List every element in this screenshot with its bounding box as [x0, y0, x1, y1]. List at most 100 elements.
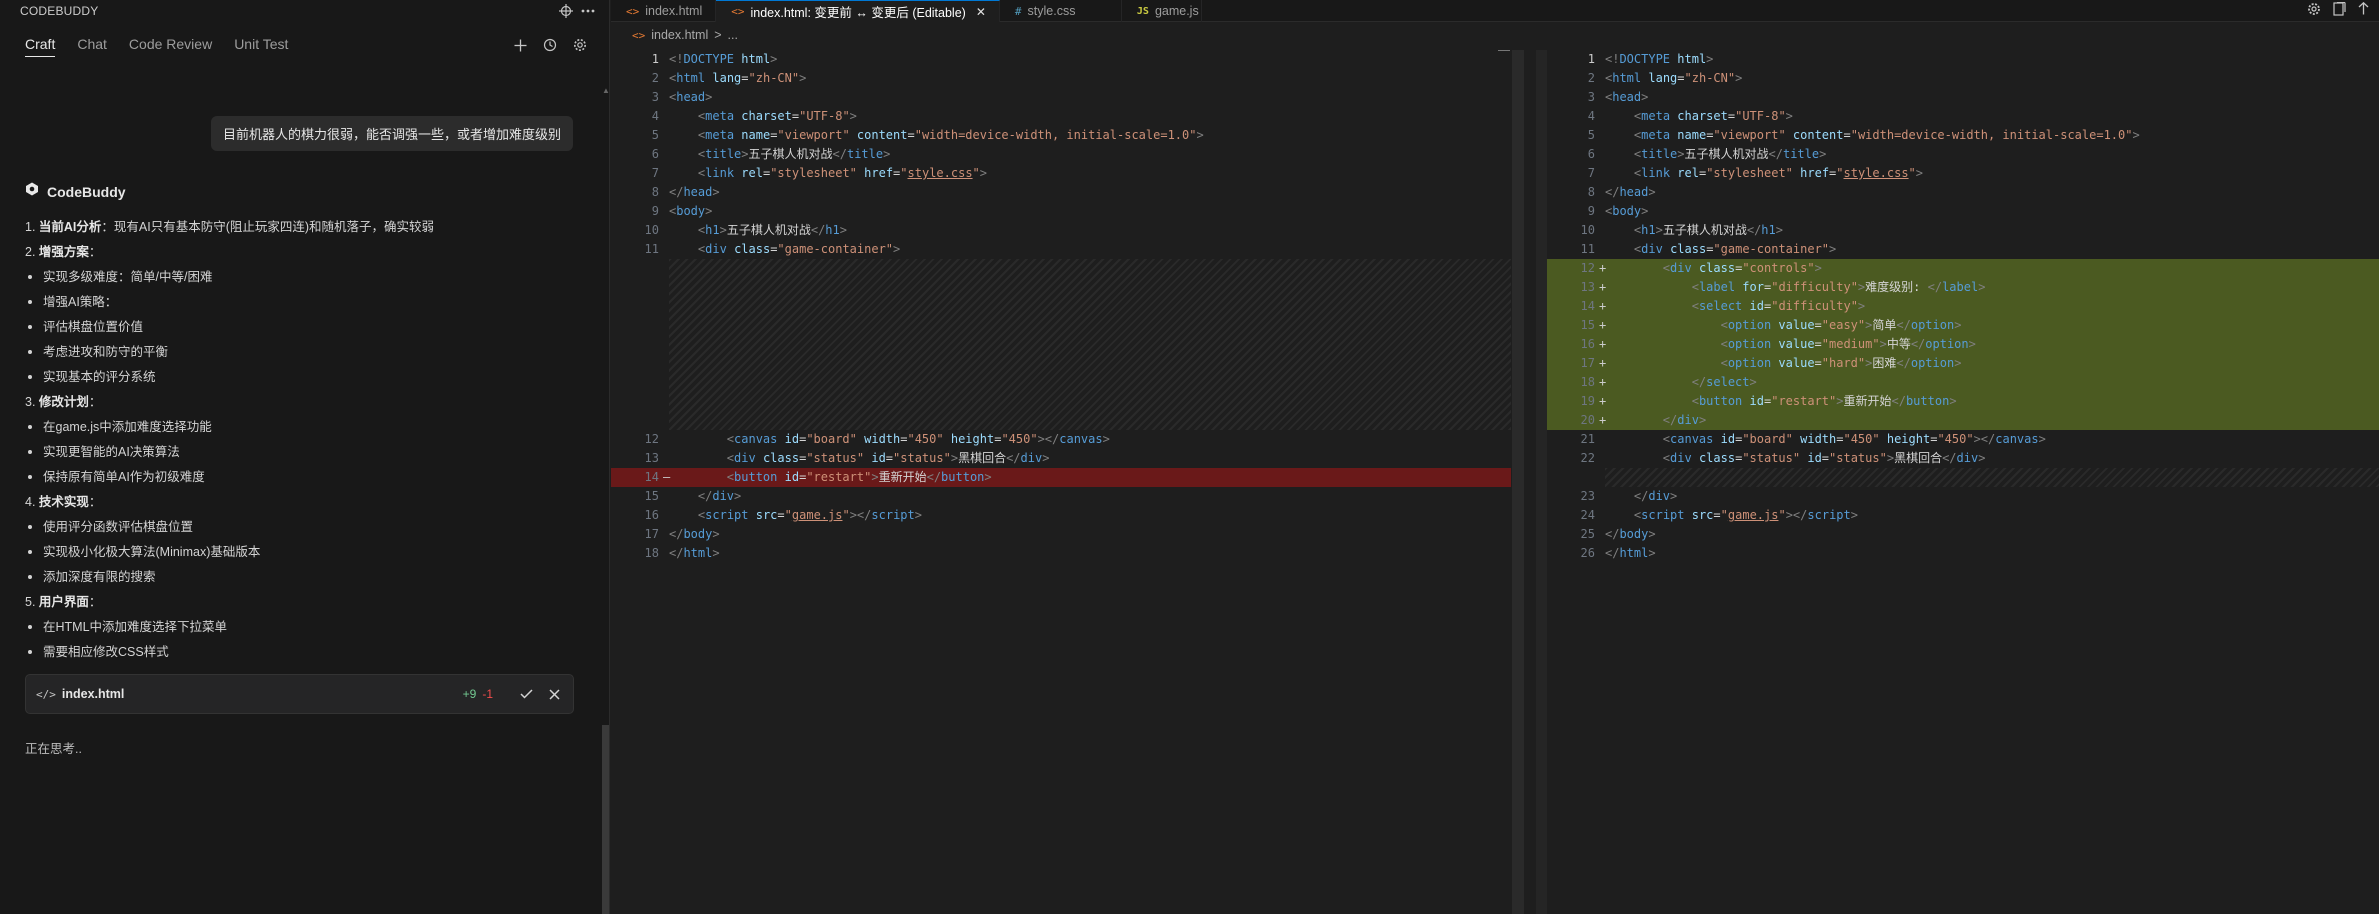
code-line: 4 <meta charset="UTF-8">: [651, 109, 857, 123]
response-numbered-item: 2. 增强方案：: [25, 241, 585, 266]
item-title: 用户界面: [38, 595, 89, 609]
item-number: 2.: [25, 245, 39, 259]
response-bullet-item: 实现更智能的AI决策算法: [25, 441, 585, 466]
bullet-text: 在HTML中添加难度选择下拉菜单: [43, 620, 228, 634]
bullet-text: 实现极小化极大算法(Minimax)基础版本: [43, 545, 261, 559]
tab-code-review[interactable]: Code Review: [129, 36, 212, 56]
code-line: 15 </div>: [644, 489, 742, 503]
inserted-code-line: 18 + </select>: [1547, 373, 2379, 392]
tab-label: game.js: [1154, 4, 1199, 18]
history-icon[interactable]: [541, 36, 559, 54]
user-message: 目前机器人的棋力很弱，能否调强一些，或者增加难度级别: [210, 116, 573, 151]
code-line: 11 <div class="game-container">: [644, 242, 901, 256]
code-line: 7 <link rel="stylesheet" href="style.css…: [1587, 166, 1924, 180]
response-bullet-item: 实现极小化极大算法(Minimax)基础版本: [25, 541, 585, 566]
tab-style-css[interactable]: # style.css: [1000, 0, 1122, 22]
bullet-text: 保持原有简单AI作为初级难度: [43, 470, 205, 484]
code-line: 10 <h1>五子棋人机对战</h1>: [644, 223, 847, 237]
tab-unit-test[interactable]: Unit Test: [234, 36, 288, 56]
tab-index-html[interactable]: <> index.html: [611, 0, 717, 22]
code-line: 2 <html lang="zh-CN">: [651, 71, 807, 85]
right-pane-overview: [1536, 50, 1547, 914]
response-bullet-item: 在HTML中添加难度选择下拉菜单: [25, 616, 585, 641]
tab-craft[interactable]: Craft: [25, 36, 56, 57]
tab-index-html-diff[interactable]: <> index.html: 变更前 ↔ 变更后 (Editable) ✕: [716, 0, 1000, 22]
crosshair-icon[interactable]: [555, 0, 577, 22]
changed-file-name[interactable]: index.html: [62, 687, 463, 701]
code-line: 26 </html>: [1580, 546, 1656, 560]
code-line: 12 <canvas id="board" width="450" height…: [644, 432, 1110, 446]
diff-filler: [669, 259, 1511, 430]
item-title: 修改计划: [38, 395, 89, 409]
arrow-up-icon[interactable]: [2358, 1, 2369, 20]
inserted-code-line: 16 + <option value="medium">中等</option>: [1547, 335, 2379, 354]
code-line: 1 <!DOCTYPE html>: [1587, 52, 1714, 66]
editor-tabbar: <> index.html <> index.html: 变更前 ↔ 变更后 (…: [611, 0, 2379, 22]
inserted-code-line: 17 + <option value="hard">困难</option>: [1547, 354, 2379, 373]
code-line: 1 <!DOCTYPE html>: [651, 52, 778, 66]
code-line: 6 <title>五子棋人机对战</title>: [651, 147, 891, 161]
assistant-response: 1. 当前AI分析：现有AI只有基本防守(阻止玩家四连)和随机落子，确实较弱 2.…: [25, 216, 585, 666]
open-file-icon[interactable]: [2333, 1, 2346, 21]
more-actions-icon[interactable]: [577, 0, 599, 22]
tab-chat[interactable]: Chat: [77, 36, 107, 56]
response-bullet-item: 考虑进攻和防守的平衡: [25, 341, 585, 366]
settings-icon[interactable]: [571, 36, 589, 54]
item-number: 1.: [25, 220, 39, 234]
code-line: 5 <meta name="viewport" content="width=d…: [651, 128, 1204, 142]
new-chat-icon[interactable]: [511, 36, 529, 54]
code-line: 4 <meta charset="UTF-8">: [1587, 109, 1793, 123]
reject-close-icon[interactable]: [545, 685, 563, 703]
left-pane-scrollbar[interactable]: [1512, 50, 1524, 914]
inserted-code-line: 20 + </div>: [1547, 411, 2379, 430]
bullet-text: 使用评分函数评估棋盘位置: [43, 520, 194, 534]
thinking-status: 正在思考..: [25, 742, 82, 756]
code-line: 18 </html>: [644, 546, 720, 560]
response-bullet-item: 增强AI策略：: [25, 291, 585, 316]
bullet-text: 需要相应修改CSS样式: [43, 645, 169, 659]
changed-file-card[interactable]: </> index.html +9 -1: [25, 674, 574, 714]
html-file-icon: </>: [36, 687, 56, 701]
diff-modified-pane[interactable]: 1 <!DOCTYPE html> 2 <html lang="zh-CN"> 3 <…: [1547, 50, 2379, 914]
code-line: 3 <head>: [1587, 90, 1649, 104]
close-icon[interactable]: ✕: [976, 5, 986, 19]
item-title: 技术实现: [38, 495, 89, 509]
response-numbered-item: 4. 技术实现：: [25, 491, 585, 516]
code-line: 10 <h1>五子棋人机对战</h1>: [1580, 223, 1783, 237]
assistant-name: CodeBuddy: [47, 183, 126, 200]
scroll-up-icon[interactable]: ▲: [602, 86, 610, 96]
inserted-code-line: 14 + <select id="difficulty">: [1547, 297, 2379, 316]
item-number: 3.: [25, 395, 39, 409]
breadcrumb: <> index.html > ...: [632, 28, 738, 42]
code-line: 11 <div class="game-container">: [1580, 242, 1837, 256]
item-text: ：: [88, 395, 102, 409]
code-line: 8 </head>: [651, 185, 720, 199]
code-line: 16 <script src="game.js"></script>: [644, 508, 922, 522]
bullet-text: 在game.js中添加难度选择功能: [43, 420, 212, 434]
tab-game-js[interactable]: JS game.js: [1122, 0, 1202, 22]
code-line: 25 </body>: [1580, 527, 1656, 541]
assistant-header: CodeBuddy: [25, 182, 126, 201]
breadcrumb-file[interactable]: index.html: [651, 28, 708, 42]
sidebar-tab-tools: [511, 36, 589, 54]
codebuddy-logo-icon: [25, 182, 39, 201]
inserted-code-line: 13 + <label for="difficulty">难度级别: </labe…: [1547, 278, 2379, 297]
bullet-text: 评估棋盘位置价值: [43, 320, 144, 334]
accept-check-icon[interactable]: [517, 685, 535, 703]
codebuddy-sidebar: CODEBUDDY Craft Chat Code Review Unit Te…: [0, 0, 610, 914]
response-bullet-item: 添加深度有限的搜索: [25, 566, 585, 591]
settings-gear-icon[interactable]: [2307, 2, 2321, 21]
bullet-text: 增强AI策略：: [43, 295, 118, 309]
response-numbered-item: 5. 用户界面：: [25, 591, 585, 616]
added-lines-count: +9: [462, 687, 477, 701]
code-line: 3 <head>: [651, 90, 713, 104]
response-bullet-item: 在game.js中添加难度选择功能: [25, 416, 585, 441]
diff-original-pane[interactable]: 1 <!DOCTYPE html> 2 <html lang="zh-CN"> 3 <…: [611, 50, 1511, 914]
breadcrumb-symbol[interactable]: ...: [728, 28, 738, 42]
code-line: 2 <html lang="zh-CN">: [1587, 71, 1743, 85]
css-file-icon: #: [1014, 4, 1022, 18]
sidebar-scrollbar[interactable]: [602, 725, 609, 914]
code-line: 8 </head>: [1587, 185, 1656, 199]
bullet-text: 考虑进攻和防守的平衡: [43, 345, 169, 359]
code-line: 9 <body>: [1587, 204, 1649, 218]
